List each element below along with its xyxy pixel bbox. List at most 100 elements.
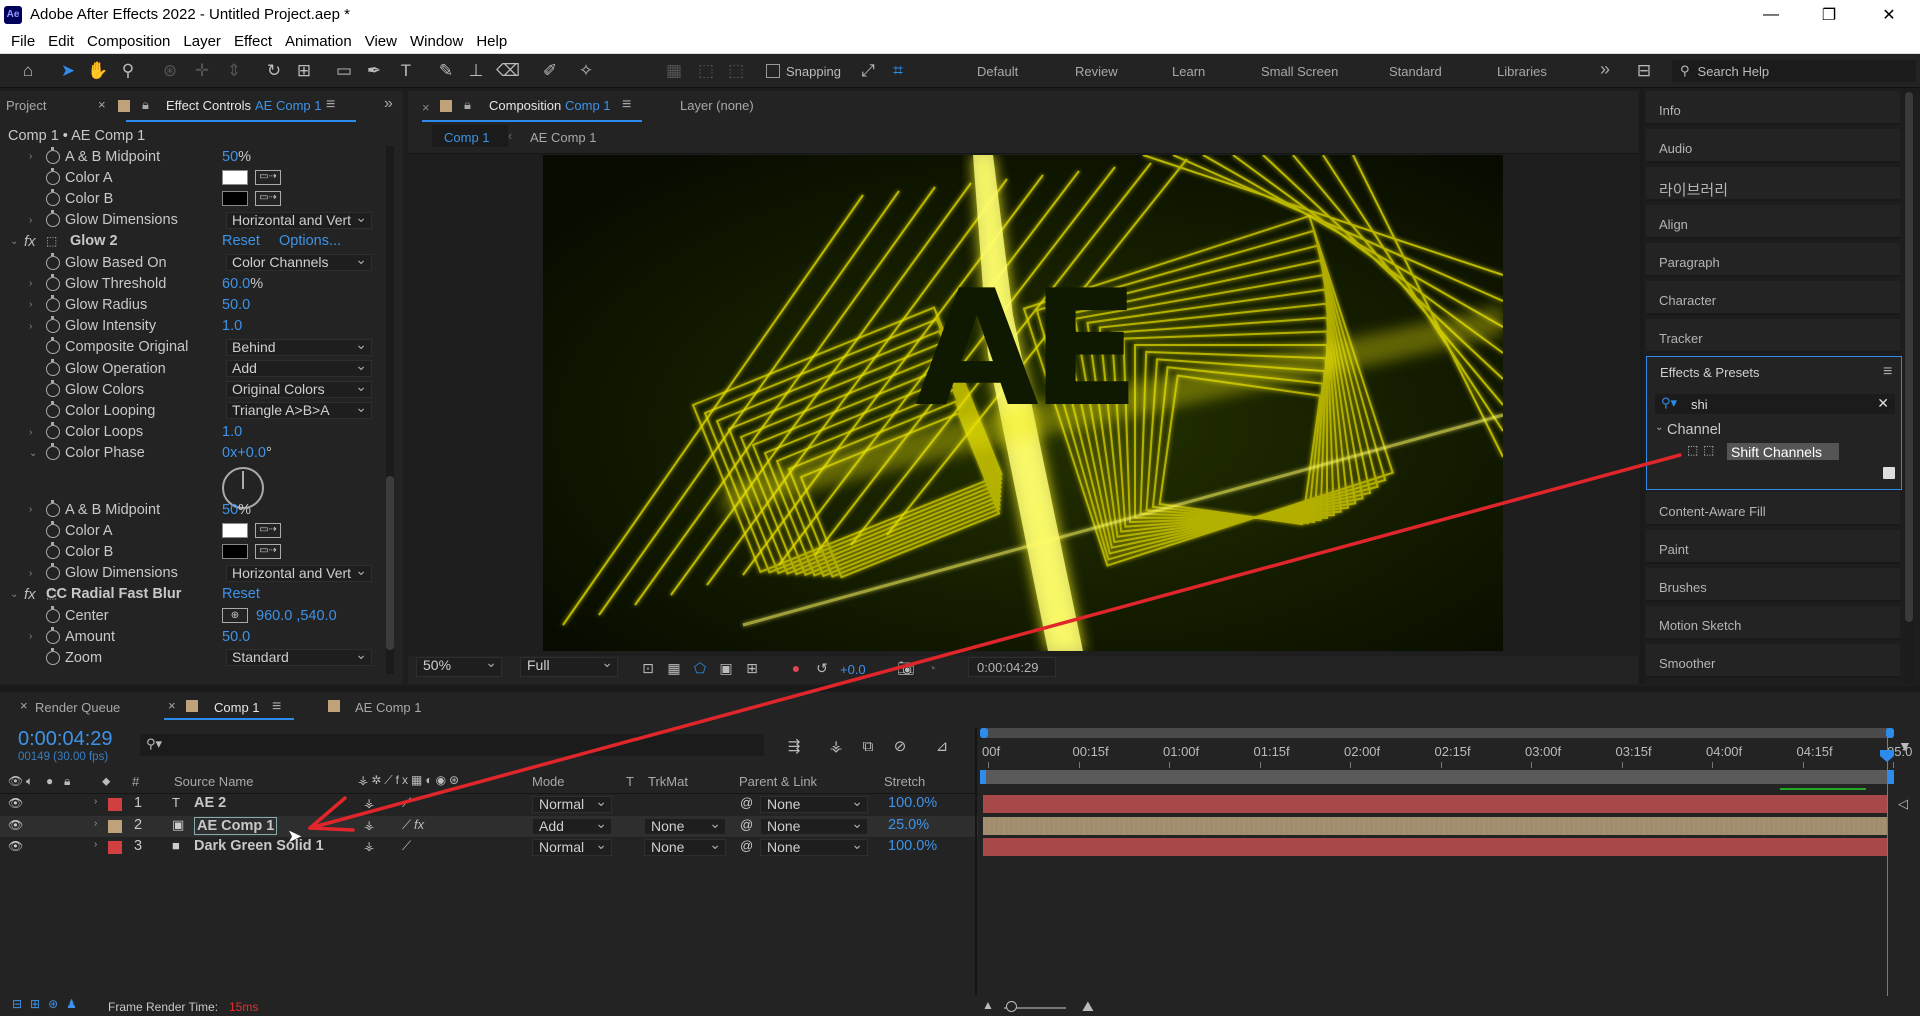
zoom-in-icon[interactable]: ⛰ <box>1082 998 1094 1015</box>
menu-effect[interactable]: Effect <box>234 33 272 50</box>
effect-property-row[interactable]: Glow Colors Original Colors <box>0 379 384 400</box>
expand-chevron-icon[interactable]: › <box>94 839 97 850</box>
layer-label-color[interactable] <box>108 819 122 833</box>
stopwatch-icon[interactable] <box>46 358 60 376</box>
eyedropper-icon[interactable]: ▭⇢ <box>255 170 281 186</box>
type-tool-icon[interactable]: T <box>394 59 418 83</box>
selection-tool-icon[interactable]: ➤ <box>56 59 80 83</box>
snap-edge-icon[interactable]: ⤢ <box>856 59 880 83</box>
minimize-button[interactable]: — <box>1742 0 1800 29</box>
snapping-checkbox[interactable] <box>766 64 780 78</box>
stopwatch-icon[interactable] <box>46 422 60 440</box>
effect-property-row[interactable]: › A & B Midpoint 50% <box>0 499 384 520</box>
effect-property-row[interactable]: Color B ▭⇢ <box>0 188 384 209</box>
snapshot-icon[interactable]: 📷︎ <box>894 656 918 680</box>
tab-ae-comp1[interactable]: AE Comp 1 <box>355 700 421 715</box>
work-area-end-handle[interactable] <box>1888 770 1894 784</box>
fast-previews-icon[interactable]: ⊡ <box>636 656 660 680</box>
home-icon[interactable]: ⌂ <box>16 59 40 83</box>
stopwatch-icon[interactable] <box>46 146 60 164</box>
close-tab-icon[interactable]: × <box>168 698 176 713</box>
scrollbar-thumb[interactable] <box>1905 92 1913 622</box>
property-dropdown[interactable]: Color Channels <box>226 252 372 271</box>
reset-exposure-icon[interactable]: ↺ <box>810 656 834 680</box>
stopwatch-icon[interactable] <box>46 626 60 644</box>
panel-divider[interactable] <box>1640 88 1644 684</box>
anchor-point-tool-icon[interactable]: ⊞ <box>292 59 316 83</box>
property-dropdown[interactable]: Triangle A>B>A <box>226 400 372 420</box>
navigator-range[interactable] <box>982 728 1890 738</box>
property-value[interactable]: 60.0% <box>222 276 263 292</box>
color-swatch[interactable] <box>222 170 248 186</box>
layer-duration-bar[interactable] <box>983 838 1887 856</box>
tab-composition[interactable]: Composition <box>489 98 561 113</box>
workspace-default[interactable]: Default <box>977 64 1018 79</box>
exposure-value[interactable]: +0.0 <box>840 662 866 677</box>
effect-property-row[interactable]: › Glow Radius 50.0 <box>0 294 384 315</box>
panel-lower-1[interactable]: Paint <box>1646 530 1900 564</box>
effect-property-row[interactable]: Composite Original Behind <box>0 337 384 358</box>
panel-0[interactable]: Info <box>1646 91 1900 125</box>
comp-marker-bin-icon[interactable]: ▼ <box>1898 738 1912 754</box>
pan-camera-icon[interactable]: ✛ <box>190 59 214 83</box>
work-area-navigator[interactable] <box>980 728 1894 738</box>
color-swatch[interactable] <box>222 191 248 207</box>
property-value[interactable]: 1.0 <box>222 424 242 440</box>
axis-view-icon[interactable]: ⬚ <box>724 59 748 83</box>
transparency-grid-icon[interactable]: ▦ <box>662 656 686 680</box>
stopwatch-icon[interactable] <box>46 273 60 291</box>
close-tab-icon[interactable]: × <box>20 698 28 713</box>
show-snapshot-icon[interactable]: ◔ <box>920 656 944 680</box>
mask-visibility-icon[interactable]: ⬠ <box>688 656 712 680</box>
work-area-bar[interactable] <box>980 770 1894 784</box>
lock-icon[interactable]: 🔒︎ <box>142 97 149 113</box>
close-tab-icon[interactable]: × <box>422 100 430 115</box>
workspace-standard[interactable]: Standard <box>1389 64 1442 79</box>
tab-effect-controls[interactable]: Effect Controls <box>166 98 251 113</box>
panel-lower-3[interactable]: Motion Sketch <box>1646 606 1900 640</box>
property-value[interactable]: 960.0 ,540.0 <box>256 608 337 624</box>
shy-switch-icon[interactable]: ⚶ <box>364 839 374 853</box>
effect-property-row[interactable]: Glow Operation Add <box>0 358 384 379</box>
menu-layer[interactable]: Layer <box>183 33 221 50</box>
layer-label-color[interactable] <box>108 798 122 811</box>
composition-viewer[interactable]: AE <box>543 155 1503 651</box>
layer-mode-dropdown[interactable]: Normal <box>532 794 612 813</box>
effect-property-row[interactable]: Color B ▭⇢ <box>0 541 384 562</box>
draft-3d-icon[interactable]: ⚶ <box>824 734 848 758</box>
expand-chevron-icon[interactable]: ⌄ <box>10 236 18 247</box>
clear-search-icon[interactable]: ✕ <box>1877 395 1889 412</box>
category-channel[interactable]: Channel <box>1667 422 1721 438</box>
layer-label-color[interactable] <box>108 841 122 854</box>
layer-stretch-value[interactable]: 100.0% <box>888 795 937 811</box>
workspace-libraries[interactable]: Libraries <box>1497 64 1547 79</box>
stopwatch-icon[interactable] <box>46 188 60 206</box>
color-swatch[interactable] <box>222 523 248 539</box>
axis-local-icon[interactable]: ▦ <box>662 59 686 83</box>
frame-blending-icon[interactable]: ⊘ <box>888 734 912 758</box>
effect-property-row[interactable]: › Amount 50.0 <box>0 626 384 647</box>
tab-render-queue[interactable]: Render Queue <box>35 700 120 715</box>
eyedropper-icon[interactable]: ▭⇢ <box>255 523 281 539</box>
menu-edit[interactable]: Edit <box>48 33 74 50</box>
layer-row[interactable]: 👁︎ › 3 ■ Dark Green Solid 1 ⚶ ⟋ Normal N… <box>0 837 978 858</box>
panel-1[interactable]: Audio <box>1646 129 1900 163</box>
stopwatch-icon[interactable] <box>46 520 60 538</box>
crumb-comp1[interactable]: Comp 1 <box>444 130 490 145</box>
eyedropper-icon[interactable]: ▭⇢ <box>255 544 281 560</box>
effect-property-row[interactable]: Zoom Standard <box>0 647 384 668</box>
eye-icon[interactable]: 👁︎ <box>8 796 23 810</box>
menu-help[interactable]: Help <box>476 33 507 50</box>
eraser-tool-icon[interactable]: ⌫ <box>496 59 520 83</box>
panel-menu-icon[interactable]: ≡ <box>1883 363 1892 381</box>
expand-chevron-icon[interactable]: ⌄ <box>29 448 37 459</box>
panel-overflow-icon[interactable]: » <box>384 95 393 113</box>
shy-layers-icon[interactable]: ⧉ <box>856 734 880 758</box>
stopwatch-icon[interactable] <box>46 541 60 559</box>
property-value[interactable]: 50% <box>222 149 251 165</box>
tab-project[interactable]: Project <box>6 98 46 113</box>
expand-chevron-icon[interactable]: › <box>29 568 32 579</box>
fx-toggle-icon[interactable]: fx <box>24 233 36 250</box>
dolly-camera-icon[interactable]: ⇕ <box>222 59 246 83</box>
rotation-tool-icon[interactable]: ↻ <box>262 59 286 83</box>
